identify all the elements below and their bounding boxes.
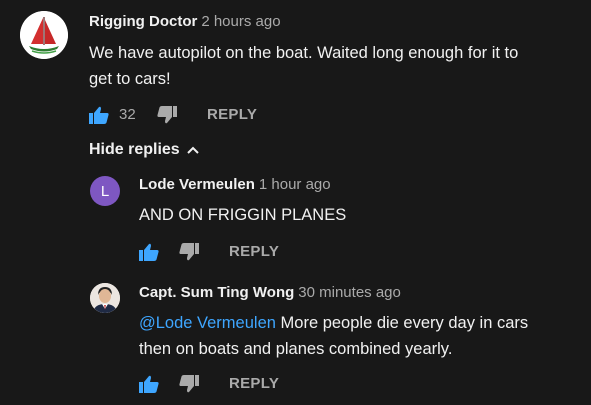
sailboat-logo-icon [20,11,68,59]
thumbs-up-icon [89,106,109,124]
mention-link[interactable]: @Lode Vermeulen [139,314,276,332]
avatar-letter: L [100,182,110,200]
reply-button[interactable]: REPLY [229,243,279,260]
comment-header: Lode Vermeulen 1 hour ago [139,176,331,193]
thumbs-down-icon [157,106,177,124]
comment-time[interactable]: 1 hour ago [259,176,331,193]
like-button[interactable] [138,373,160,395]
author-name[interactable]: Rigging Doctor [89,13,197,30]
thumbs-down-icon [179,375,199,393]
author-name[interactable]: Lode Vermeulen [139,176,255,193]
like-button[interactable] [88,104,110,126]
thumbs-up-icon [139,375,159,393]
dislike-button[interactable] [178,241,200,263]
comment-header: Rigging Doctor 2 hours ago [89,13,281,30]
thumbs-down-icon [179,243,199,261]
avatar[interactable] [20,11,68,59]
comment-time[interactable]: 30 minutes ago [298,284,401,301]
chevron-up-icon [186,146,199,154]
person-photo-icon [90,283,120,313]
comment-time[interactable]: 2 hours ago [201,13,280,30]
like-count: 32 [119,106,136,123]
comment-text: We have autopilot on the boat. Waited lo… [89,40,569,92]
author-name[interactable]: Capt. Sum Ting Wong [139,284,294,301]
comment-text-line: We have autopilot on the boat. Waited lo… [89,44,519,62]
hide-replies-button[interactable]: Hide replies [89,141,200,159]
dislike-button[interactable] [156,104,178,126]
reply-button[interactable]: REPLY [229,375,279,392]
hide-replies-label: Hide replies [89,141,180,158]
comment-text-line: get to cars! [89,70,171,88]
comment-text-line: then on boats and planes combined yearly… [139,340,453,358]
comment-text: AND ON FRIGGIN PLANES [139,206,347,224]
reply-button[interactable]: REPLY [207,106,257,123]
avatar[interactable] [90,283,120,313]
comment-text-line: @Lode Vermeulen More people die every da… [139,310,579,336]
comment-header: Capt. Sum Ting Wong 30 minutes ago [139,284,401,301]
dislike-button[interactable] [178,373,200,395]
thumbs-up-icon [139,243,159,261]
like-button[interactable] [138,241,160,263]
comment-text-segment: More people die every day in cars [275,314,529,332]
comment-text: @Lode Vermeulen More people die every da… [139,310,579,362]
avatar[interactable]: L [90,176,120,206]
